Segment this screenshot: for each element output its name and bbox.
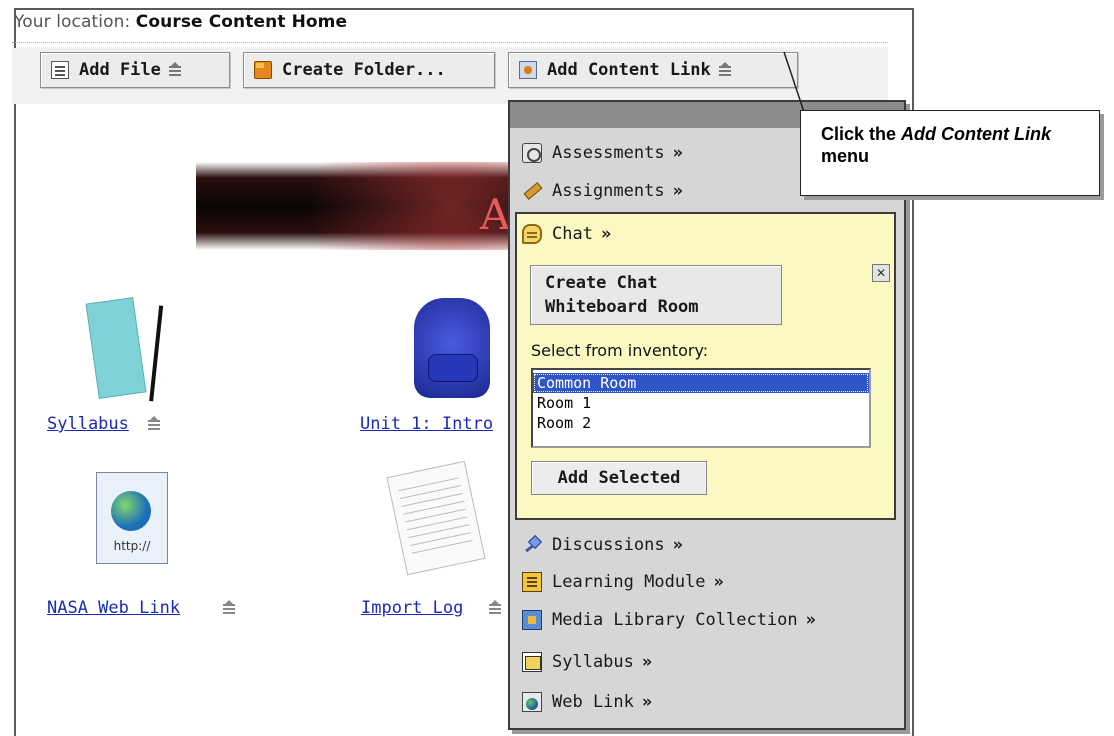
menu-item-assessments[interactable]: Assessments » bbox=[522, 143, 683, 163]
menu-item-label: Web Link bbox=[552, 692, 634, 712]
menu-item-label: Syllabus bbox=[552, 652, 634, 672]
listbox-option[interactable]: Room 1 bbox=[533, 393, 869, 413]
learning-module-icon bbox=[522, 572, 542, 592]
menu-item-label: Learning Module bbox=[552, 572, 706, 592]
syllabus-link[interactable]: Syllabus bbox=[47, 414, 129, 434]
syllabus-icon bbox=[522, 652, 542, 672]
menu-item-media-library-collection[interactable]: Media Library Collection » bbox=[522, 610, 816, 630]
menu-item-syllabus[interactable]: Syllabus » bbox=[522, 652, 652, 672]
import-log-link[interactable]: Import Log bbox=[361, 598, 463, 618]
menu-item-discussions[interactable]: Discussions » bbox=[522, 535, 683, 555]
discussions-icon bbox=[522, 535, 542, 555]
location-label: Your location: bbox=[14, 12, 131, 32]
location-breadcrumb: Your location: Course Content Home bbox=[14, 12, 347, 32]
unit-1-intro-link[interactable]: Unit 1: Intro bbox=[360, 414, 493, 434]
submenu-arrow: » bbox=[805, 610, 816, 630]
listbox-option-selected[interactable]: Common Room bbox=[533, 373, 869, 393]
submenu-arrow: » bbox=[600, 224, 612, 244]
menu-item-label: Assessments bbox=[552, 143, 665, 163]
submenu-arrow: » bbox=[713, 572, 724, 592]
location-value: Course Content Home bbox=[135, 12, 348, 32]
add-file-label: Add File bbox=[79, 60, 161, 80]
close-icon[interactable]: ✕ bbox=[872, 264, 890, 282]
add-content-link-label: Add Content Link bbox=[547, 60, 711, 80]
menu-item-label: Chat bbox=[552, 224, 593, 244]
chat-icon bbox=[522, 224, 542, 244]
backpack-thumbnail[interactable] bbox=[414, 298, 490, 398]
assignments-icon bbox=[522, 181, 542, 201]
syllabus-menu-icon[interactable] bbox=[148, 416, 160, 432]
http-thumb-text: http:// bbox=[113, 539, 151, 553]
menu-item-label: Assignments bbox=[552, 181, 665, 201]
media-library-icon bbox=[522, 610, 542, 630]
chat-room-listbox[interactable]: Common Room Room 1 Room 2 bbox=[531, 368, 871, 448]
create-chat-whiteboard-room-button[interactable]: Create Chat Whiteboard Room bbox=[530, 265, 782, 325]
menu-item-learning-module[interactable]: Learning Module » bbox=[522, 572, 724, 592]
dropdown-arrow-icon bbox=[168, 62, 181, 78]
assessments-icon bbox=[522, 143, 542, 163]
callout-prefix: Click the bbox=[821, 124, 902, 144]
instruction-callout: Click the Add Content Link menu bbox=[800, 110, 1100, 196]
menu-item-label: Media Library Collection bbox=[552, 610, 798, 630]
menu-item-assignments[interactable]: Assignments » bbox=[522, 181, 683, 201]
menu-item-web-link[interactable]: Web Link » bbox=[522, 692, 652, 712]
course-banner bbox=[196, 162, 516, 250]
submenu-arrow: » bbox=[641, 652, 653, 672]
divider bbox=[12, 42, 888, 43]
folder-icon bbox=[254, 61, 272, 79]
menu-item-label: Discussions bbox=[552, 535, 665, 555]
listbox-option[interactable]: Room 2 bbox=[533, 413, 869, 433]
create-folder-button[interactable]: Create Folder... bbox=[243, 52, 495, 88]
callout-suffix: menu bbox=[821, 146, 870, 166]
file-icon bbox=[51, 61, 69, 79]
callout-emphasis: Add Content Link bbox=[901, 124, 1052, 144]
content-link-icon bbox=[519, 61, 537, 79]
submenu-arrow: » bbox=[672, 535, 683, 555]
submenu-arrow: » bbox=[672, 143, 683, 163]
create-folder-label: Create Folder... bbox=[282, 60, 446, 80]
submenu-arrow: » bbox=[672, 181, 683, 201]
dropdown-arrow-icon bbox=[718, 62, 731, 78]
import-log-menu-icon[interactable] bbox=[489, 600, 501, 616]
menu-item-chat[interactable]: Chat » bbox=[522, 224, 611, 244]
add-content-link-button[interactable]: Add Content Link bbox=[508, 52, 798, 88]
banner-letter: A bbox=[480, 190, 511, 239]
submenu-arrow: » bbox=[641, 692, 653, 712]
nasa-web-link-menu-icon[interactable] bbox=[223, 600, 235, 616]
nasa-web-link[interactable]: NASA Web Link bbox=[47, 598, 180, 618]
add-selected-button[interactable]: Add Selected bbox=[531, 461, 707, 495]
add-file-button[interactable]: Add File bbox=[40, 52, 230, 88]
web-link-thumbnail[interactable]: http:// bbox=[96, 472, 168, 564]
web-link-icon bbox=[522, 692, 542, 712]
select-from-inventory-label: Select from inventory: bbox=[531, 341, 709, 360]
